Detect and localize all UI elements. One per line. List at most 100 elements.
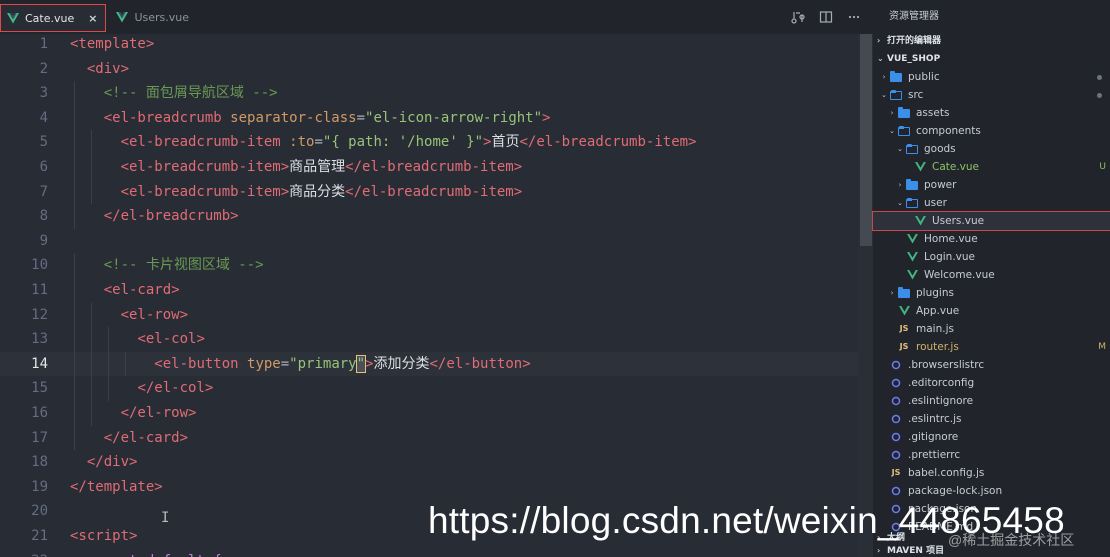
code-line[interactable]: 9 bbox=[0, 229, 873, 254]
tree-item[interactable]: App.vue bbox=[873, 302, 1110, 320]
git-status-badge: M bbox=[1098, 342, 1106, 352]
code-line[interactable]: 14 <el-button type="primary">添加分类</el-bu… bbox=[0, 351, 873, 377]
tree-item[interactable]: ⌄ src bbox=[873, 86, 1110, 104]
tree-item[interactable]: Cate.vue U bbox=[873, 158, 1110, 176]
tab-label: Users.vue bbox=[134, 10, 190, 24]
code-line[interactable]: 11 <el-card> bbox=[0, 278, 873, 303]
close-icon[interactable]: × bbox=[88, 12, 97, 25]
tree-item-label: .editorconfig bbox=[908, 377, 975, 389]
tab-label: Cate.vue bbox=[25, 11, 75, 25]
open-changes-icon[interactable] bbox=[791, 10, 805, 24]
code-text: <el-col> bbox=[70, 327, 204, 352]
tree-item[interactable]: Home.vue bbox=[873, 230, 1110, 248]
line-number: 7 bbox=[39, 183, 48, 200]
tree-item[interactable]: .editorconfig bbox=[873, 374, 1110, 392]
code-line[interactable]: 3 <!-- 面包屑导航区域 --> bbox=[0, 81, 873, 106]
code-text: <el-breadcrumb separator-class="el-icon-… bbox=[70, 106, 551, 131]
code-line[interactable]: 4 <el-breadcrumb separator-class="el-ico… bbox=[0, 105, 873, 131]
tree-item[interactable]: .eslintignore bbox=[873, 392, 1110, 410]
code-token: </el-breadcrumb-item> bbox=[345, 183, 523, 200]
tree-item[interactable]: ⌄ components bbox=[873, 122, 1110, 140]
tree-item[interactable]: ⌄ goods bbox=[873, 140, 1110, 158]
code-line[interactable]: 8 </el-breadcrumb> bbox=[0, 204, 873, 229]
mouse-ibeam-cursor-icon: I bbox=[161, 510, 170, 526]
code-line[interactable]: 1 <template> bbox=[0, 34, 873, 57]
tree-item[interactable]: JS router.js M bbox=[873, 338, 1110, 356]
tree-item-label: public bbox=[908, 71, 940, 83]
tab-cate-vue[interactable]: Cate.vue × bbox=[0, 4, 107, 32]
code-token: separator-class bbox=[230, 109, 357, 126]
tree-item[interactable]: Welcome.vue bbox=[873, 266, 1110, 284]
code-line[interactable]: 18 </div> bbox=[0, 450, 873, 475]
tree-item-label: goods bbox=[924, 143, 956, 155]
code-token: <script> bbox=[70, 528, 138, 544]
code-line[interactable]: 7 <el-breadcrumb-item>商品分类</el-breadcrum… bbox=[0, 179, 873, 205]
tree-item[interactable]: › assets bbox=[873, 104, 1110, 122]
tree-item-label: .gitignore bbox=[908, 431, 959, 443]
code-token: </el-breadcrumb-item> bbox=[345, 159, 523, 175]
tree-item[interactable]: JS main.js bbox=[873, 320, 1110, 338]
project-section[interactable]: ⌄ VUE_SHOP bbox=[873, 50, 1110, 68]
line-number: 17 bbox=[31, 429, 48, 446]
line-number: 20 bbox=[31, 503, 48, 520]
tree-item[interactable]: package-lock.json bbox=[873, 482, 1110, 500]
tree-item[interactable]: .eslintrc.js bbox=[873, 410, 1110, 428]
code-line[interactable]: 19 </template> bbox=[0, 475, 873, 500]
code-token: type bbox=[247, 355, 281, 372]
code-editor[interactable]: 1 <template> 2 <div> 3 <!-- 面包屑导航区域 --> 4 <e… bbox=[0, 34, 873, 557]
js-file-icon: JS bbox=[891, 468, 901, 477]
more-actions-icon[interactable] bbox=[847, 10, 861, 24]
code-token: <el-breadcrumb-item bbox=[120, 134, 290, 151]
chevron-right-icon: › bbox=[890, 289, 894, 297]
folder-open-icon bbox=[897, 125, 911, 137]
tree-item[interactable]: .gitignore bbox=[873, 428, 1110, 446]
tree-item[interactable]: .prettierrc bbox=[873, 446, 1110, 464]
code-text: </el-card> bbox=[70, 426, 188, 451]
vertical-scrollbar-thumb[interactable] bbox=[860, 34, 872, 246]
code-line[interactable]: 6 <el-breadcrumb-item>商品管理</el-breadcrum… bbox=[0, 155, 873, 180]
code-token: 商品管理 bbox=[289, 159, 346, 175]
git-status-badge: U bbox=[1099, 162, 1106, 172]
code-line[interactable]: 22 export default { bbox=[0, 549, 873, 557]
code-line[interactable]: 13 <el-col> bbox=[0, 327, 873, 352]
chevron-down-icon: ⌄ bbox=[877, 54, 884, 63]
tree-item[interactable]: Users.vue bbox=[872, 211, 1110, 231]
tree-item[interactable]: ⌄ user bbox=[873, 194, 1110, 212]
line-number: 16 bbox=[31, 405, 48, 421]
tab-users-vue[interactable]: Users.vue bbox=[106, 0, 197, 34]
config-file-icon bbox=[889, 359, 903, 371]
code-text: <script> bbox=[70, 524, 137, 549]
code-text: </el-row> bbox=[70, 401, 197, 426]
line-number: 6 bbox=[39, 159, 48, 175]
tree-item-label: Login.vue bbox=[924, 251, 975, 263]
line-number: 19 bbox=[31, 478, 48, 495]
vue-file-icon bbox=[905, 269, 919, 281]
line-number: 22 bbox=[0, 549, 48, 557]
folder-icon bbox=[897, 286, 911, 299]
vue-file-icon bbox=[7, 12, 19, 23]
code-line[interactable]: 5 <el-breadcrumb-item :to="{ path: '/hom… bbox=[0, 130, 873, 155]
code-line[interactable]: 12 <el-row> bbox=[0, 302, 873, 328]
tree-item-label: src bbox=[908, 89, 924, 101]
tree-item[interactable]: › public bbox=[873, 68, 1110, 86]
tree-item[interactable]: .browserslistrc bbox=[873, 356, 1110, 374]
split-editor-icon[interactable] bbox=[819, 10, 833, 24]
code-line[interactable]: 15 </el-col> bbox=[0, 376, 873, 401]
tree-item[interactable]: › plugins bbox=[873, 284, 1110, 302]
code-line[interactable]: 10 <!-- 卡片视图区域 --> bbox=[0, 253, 873, 278]
tree-item[interactable]: Login.vue bbox=[873, 248, 1110, 266]
code-line[interactable]: 17 </el-card> bbox=[0, 425, 873, 451]
open-editors-section[interactable]: › 打开的编辑器 bbox=[873, 32, 1110, 50]
code-line[interactable]: 16 </el-row> bbox=[0, 401, 873, 426]
code-token: <el-breadcrumb-item> bbox=[120, 183, 290, 200]
tree-item[interactable]: JS babel.config.js bbox=[873, 464, 1110, 482]
code-line[interactable]: 2 <div> bbox=[0, 57, 873, 82]
tree-item[interactable]: › power bbox=[873, 176, 1110, 194]
